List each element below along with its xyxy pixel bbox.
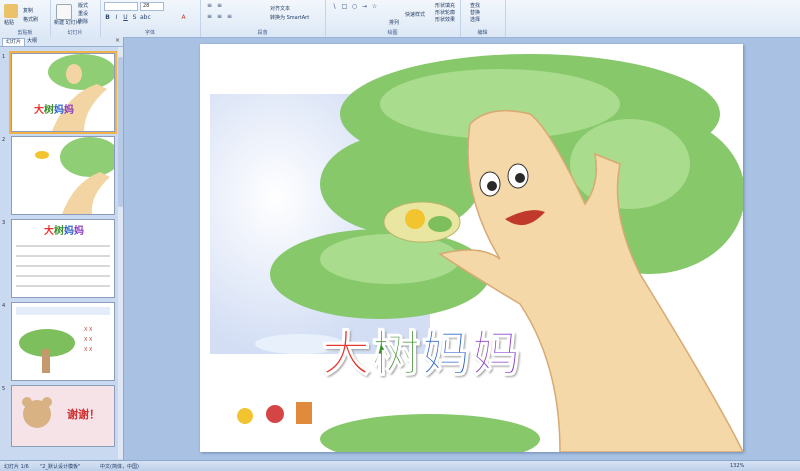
- shadow-icon[interactable]: S: [131, 14, 138, 21]
- scroll-thumb[interactable]: [118, 57, 123, 207]
- slide-thumbnail-3[interactable]: 大树妈妈: [11, 219, 115, 298]
- bullets-icon[interactable]: ≡: [206, 2, 213, 9]
- slide-canvas[interactable]: 大树妈妈: [200, 44, 743, 452]
- slide-thumbnail-5[interactable]: 谢谢！: [11, 385, 115, 447]
- font-size-combo[interactable]: 28: [140, 2, 164, 11]
- shape-effects-button[interactable]: 形状效果: [435, 16, 455, 23]
- thumb-title: 大树妈妈: [44, 226, 84, 237]
- align-text-button[interactable]: 对齐文本: [270, 5, 290, 12]
- theme-name: "2_默认设计模板": [40, 464, 81, 470]
- mushroom-icon: [266, 405, 284, 423]
- paste-icon[interactable]: [4, 4, 18, 18]
- replace-button[interactable]: 替换: [470, 9, 480, 16]
- find-button[interactable]: 查找: [470, 2, 480, 9]
- quick-styles-button[interactable]: 快速样式: [405, 11, 425, 18]
- slide-thumbnail-4[interactable]: X X X X X X: [11, 302, 115, 381]
- editing-label: 编辑: [477, 30, 488, 36]
- thumb-title: 大树妈妈: [34, 105, 74, 116]
- clipboard-group: 粘贴 复制 格式刷 剪贴板: [0, 0, 51, 37]
- align-right-icon[interactable]: ≡: [226, 13, 233, 20]
- slides-group: 新建 幻灯片 版式 重设 删除 幻灯片: [50, 0, 101, 37]
- format-painter-button[interactable]: 格式刷: [23, 16, 38, 23]
- new-slide-icon[interactable]: [56, 4, 72, 20]
- slide-thumbnail-1[interactable]: 大树妈妈: [9, 51, 117, 134]
- layout-button[interactable]: 版式: [78, 2, 88, 9]
- italic-icon[interactable]: I: [113, 14, 120, 21]
- numbering-icon[interactable]: ≡: [216, 2, 223, 9]
- tree-illustration: [210, 54, 743, 452]
- select-button[interactable]: 选择: [470, 16, 480, 23]
- slide-thumbnail-art: [12, 54, 114, 131]
- slide-number: 5: [2, 386, 6, 392]
- tab-slides[interactable]: 幻灯片: [2, 38, 26, 46]
- slide-number: 4: [2, 303, 6, 309]
- thumb-thanks: 谢谢！: [67, 408, 100, 421]
- paragraph-group: ≡ ≡ ≡ ≡ ≡ 对齐文本 转换为 SmartArt 段落: [200, 0, 326, 37]
- font-group: 28 B I U S abc A 字体: [100, 0, 201, 37]
- editing-group: 查找 替换 选择 编辑: [460, 0, 506, 37]
- shape-fill-button[interactable]: 形状填充: [435, 2, 455, 9]
- paragraph-label: 段落: [257, 30, 268, 36]
- slides-label: 幻灯片: [67, 30, 83, 36]
- clipboard-label: 剪贴板: [17, 30, 33, 36]
- shape-outline-button[interactable]: 形状轮廓: [435, 9, 455, 16]
- title-char: 妈: [472, 326, 523, 383]
- slide-thumbnail-2[interactable]: [11, 136, 115, 215]
- slide-number: 3: [2, 220, 6, 226]
- copy-button[interactable]: 复制: [23, 7, 33, 14]
- font-label: 字体: [144, 30, 155, 36]
- exit-icon: [296, 402, 312, 424]
- bold-icon[interactable]: B: [104, 14, 111, 21]
- slide-panel: 幻灯片 大纲 × 1 大树妈妈 2 3 大树妈妈 4 X X X X X X 5…: [0, 37, 124, 460]
- panel-tabs: 幻灯片 大纲 ×: [0, 37, 123, 47]
- drawing-group: \ □ ○ → ☆ 排列 快速样式 形状填充 形状轮廓 形状效果 绘图: [325, 0, 461, 37]
- font-color-icon[interactable]: A: [180, 14, 187, 21]
- slide-thumbnail-art: X X X X X X: [12, 303, 114, 380]
- svg-text:X X: X X: [84, 337, 93, 343]
- underline-icon[interactable]: U: [122, 14, 129, 21]
- title-char: 树: [372, 326, 423, 383]
- strikethrough-icon[interactable]: abc: [140, 14, 151, 21]
- svg-text:X X: X X: [84, 327, 93, 333]
- shape-rect-icon[interactable]: □: [341, 3, 348, 10]
- smartart-button[interactable]: 转换为 SmartArt: [270, 14, 309, 21]
- slide-thumbnail-art: [12, 137, 114, 214]
- svg-text:X X: X X: [84, 347, 93, 353]
- tab-outline[interactable]: 大纲: [24, 38, 40, 45]
- font-name-combo[interactable]: [104, 2, 138, 11]
- shape-line-icon[interactable]: \: [331, 3, 338, 10]
- panel-scrollbar[interactable]: [118, 47, 123, 459]
- paste-button[interactable]: 粘贴: [4, 19, 14, 26]
- shape-arrow-icon[interactable]: →: [361, 3, 368, 10]
- ribbon: 粘贴 复制 格式刷 剪贴板 新建 幻灯片 版式 重设 删除 幻灯片 28 B I…: [0, 0, 800, 38]
- reset-button[interactable]: 重设: [78, 10, 88, 17]
- slide-number: 2: [2, 137, 6, 143]
- delete-button[interactable]: 删除: [78, 18, 88, 25]
- arrange-button[interactable]: 排列: [389, 19, 399, 26]
- shape-star-icon[interactable]: ☆: [371, 3, 378, 10]
- sunflower-icon: [237, 408, 253, 424]
- status-bar: 幻灯片 1/6 "2_默认设计模板" 中文(简体，中国) 132%: [0, 460, 800, 471]
- slide-title[interactable]: 大树妈妈: [321, 314, 523, 384]
- new-slide-button[interactable]: 新建 幻灯片: [54, 19, 81, 26]
- slide-position: 幻灯片 1/6: [4, 464, 29, 470]
- align-center-icon[interactable]: ≡: [216, 13, 223, 20]
- align-left-icon[interactable]: ≡: [206, 13, 213, 20]
- close-icon[interactable]: ×: [115, 37, 120, 44]
- zoom-level[interactable]: 132%: [730, 463, 744, 469]
- slide-number: 1: [2, 54, 6, 60]
- title-char: 大: [321, 326, 373, 383]
- language: 中文(简体，中国): [100, 464, 139, 470]
- shape-oval-icon[interactable]: ○: [351, 3, 358, 10]
- drawing-label: 绘图: [387, 30, 398, 36]
- title-char: 妈: [422, 326, 473, 383]
